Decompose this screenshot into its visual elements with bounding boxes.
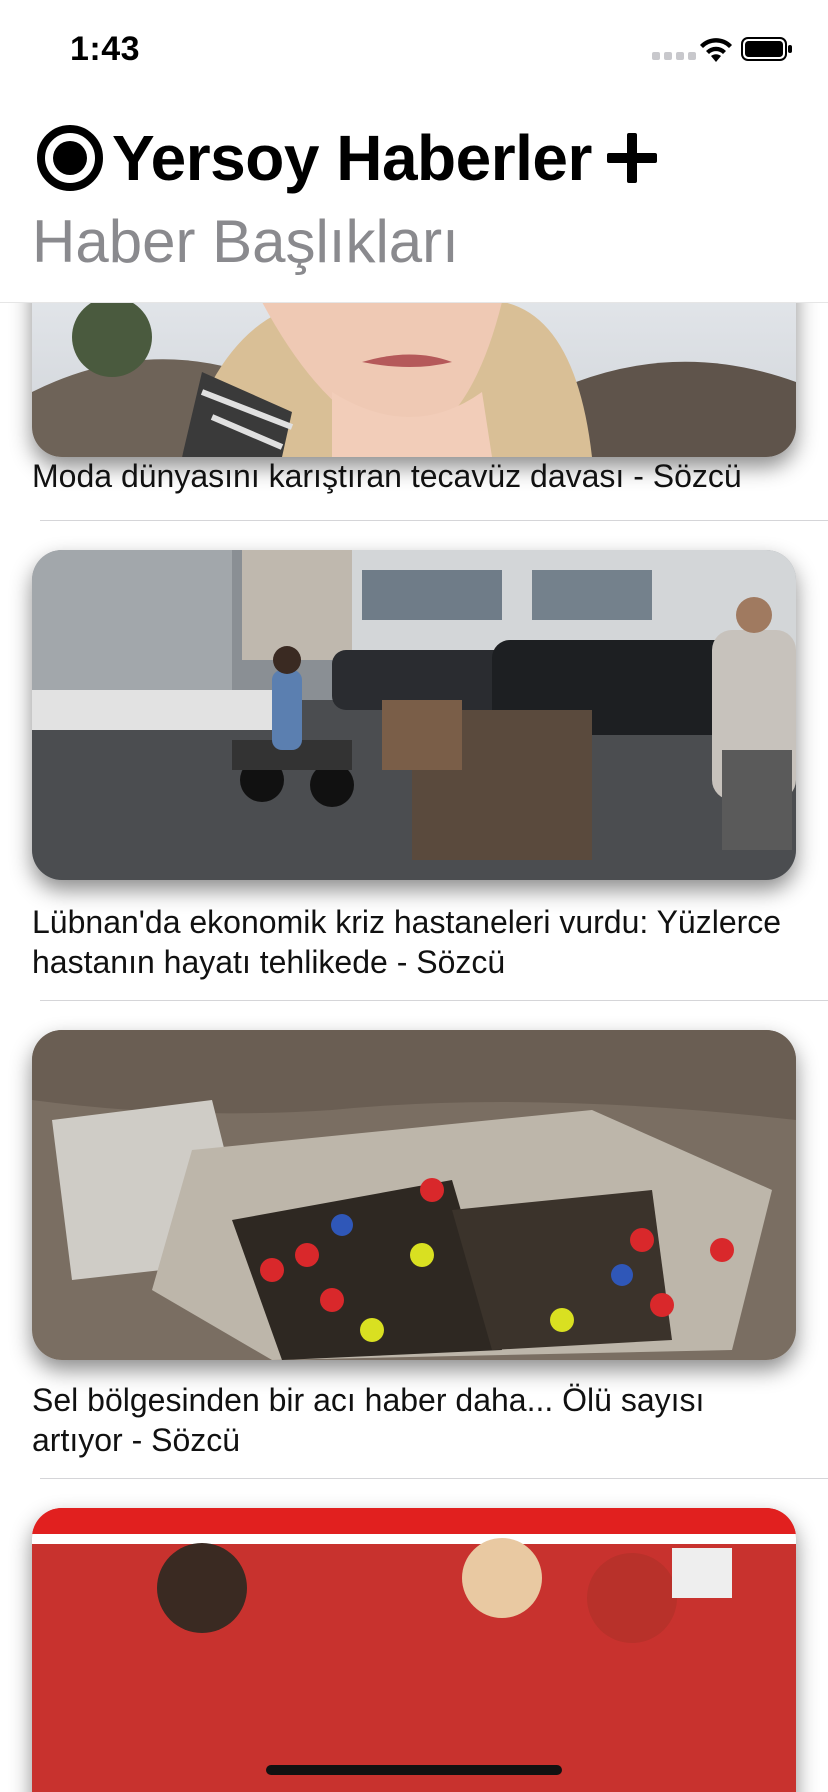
news-headline: Lübnan'da ekonomik kriz hastaneleri vurd… [32, 904, 782, 980]
battery-icon [741, 37, 792, 61]
home-indicator[interactable] [266, 1765, 562, 1775]
separator [40, 520, 828, 521]
news-headline: Moda dünyasını karıştıran tecavüz davası… [32, 458, 742, 494]
separator [40, 1478, 828, 1479]
news-feed[interactable]: Moda dünyasını karıştıran tecavüz davası… [0, 302, 828, 1792]
news-image [32, 302, 796, 457]
status-time: 1:43 [70, 30, 141, 68]
title-row: Yersoy Haberler [36, 118, 662, 198]
news-image [32, 550, 796, 880]
status-bar: 1:43 [0, 0, 828, 100]
cellular-signal-icon [652, 52, 696, 60]
wifi-icon [700, 38, 732, 62]
app-title: Yersoy Haberler [112, 122, 592, 194]
news-image [32, 1030, 796, 1360]
news-image [32, 1508, 796, 1792]
separator [40, 1000, 828, 1001]
record-circle-icon [37, 125, 103, 191]
navigation-header: Yersoy Haberler Haber Başlıkları [0, 100, 828, 303]
plus-icon[interactable] [602, 128, 662, 188]
page-subtitle: Haber Başlıkları [32, 208, 459, 275]
news-headline: Sel bölgesinden bir acı haber daha... Öl… [32, 1382, 705, 1458]
